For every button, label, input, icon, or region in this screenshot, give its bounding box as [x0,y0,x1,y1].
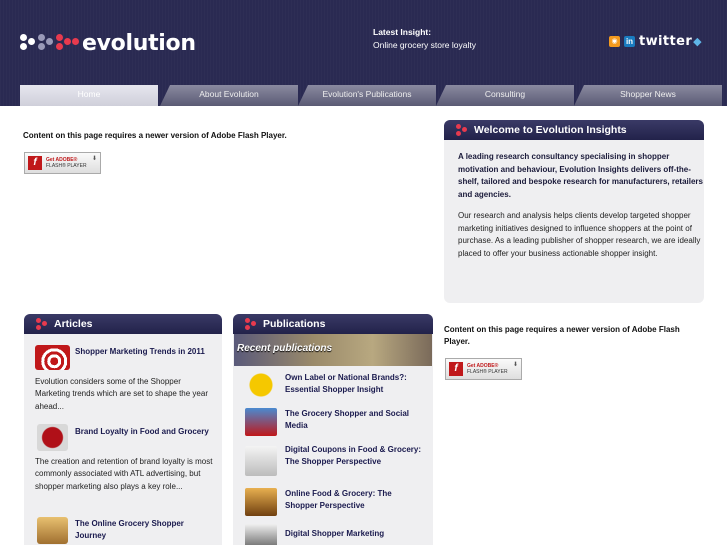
publication-title-link[interactable]: Digital Shopper Marketing [285,528,425,540]
get-flash-player-button[interactable]: f Get ADOBE® FLASH® PLAYER ⬇ [24,152,101,174]
download-arrow-icon: ⬇ [91,156,97,162]
publications-title: Publications [263,318,326,330]
twitter-bird-icon: ◆ [693,36,702,48]
shopper-thumbnail-icon[interactable] [37,517,68,544]
latest-insight-title: Latest Insight: [373,27,432,37]
logo-dots-icon [20,30,82,56]
article-title-link[interactable]: Shopper Marketing Trends in 2011 [75,346,215,358]
social-media-thumbnail-icon[interactable] [245,408,277,436]
target-thumbnail-icon[interactable] [35,345,70,370]
digital-marketing-thumbnail-icon[interactable] [245,524,277,545]
twitter-link[interactable]: twitter ◆ [639,34,702,49]
welcome-lead: A leading research consultancy specialis… [458,152,703,199]
articles-panel-header: Articles [24,314,222,334]
welcome-body: Our research and analysis helps clients … [458,211,701,258]
flash-icon: f [28,156,42,170]
logo[interactable]: evolution [20,30,196,56]
online-shopper-thumbnail-icon[interactable] [245,488,277,516]
flash-badge-product: FLASH® PLAYER [46,163,87,169]
flash-required-message-right: Content on this page requires a newer ve… [444,325,680,346]
publications-panel-header: Publications [233,314,433,334]
lemon-thumbnail-icon[interactable] [245,371,277,399]
main-content: Content on this page requires a newer ve… [0,106,727,545]
publications-panel: Publications Recent publications Own Lab… [233,314,433,545]
latest-insight: Latest Insight: Online grocery store loy… [373,26,476,52]
welcome-title: Welcome to Evolution Insights [474,124,627,136]
rss-icon[interactable]: ◉ [609,36,620,47]
site-header: evolution Latest Insight: Online grocery… [0,0,727,106]
flash-required-message: Content on this page requires a newer ve… [23,131,287,140]
bullet-dots-icon [36,318,50,330]
coupon-thumbnail-icon[interactable] [245,446,277,476]
tab-about-evolution[interactable]: About Evolution [160,85,298,106]
articles-title: Articles [54,318,93,330]
bullet-dots-icon [245,318,259,330]
welcome-panel-header: Welcome to Evolution Insights [444,120,704,140]
article-desc: The creation and retention of brand loya… [35,457,213,491]
articles-panel: Articles Shopper Marketing Trends in 201… [24,314,222,545]
bullet-dots-icon [456,124,470,136]
logo-text: evolution [82,30,196,56]
recent-publications-label: Recent publications [237,343,333,354]
tab-consulting[interactable]: Consulting [436,85,574,106]
recent-publications-banner: Recent publications [234,334,432,366]
get-flash-player-button-right[interactable]: f Get ADOBE® FLASH® PLAYER ⬇ [445,358,522,380]
heart-thumbnail-icon[interactable] [37,424,68,451]
tab-publications[interactable]: Evolution's Publications [298,85,436,106]
welcome-panel: Welcome to Evolution Insights A leading … [444,120,704,303]
download-arrow-icon: ⬇ [512,362,518,368]
flash-icon: f [449,362,463,376]
twitter-label: twitter [639,34,693,49]
article-title-link[interactable]: Brand Loyalty in Food and Grocery [75,426,215,438]
publication-title-link[interactable]: Own Label or National Brands?: Essential… [285,372,425,396]
article-title-link[interactable]: The Online Grocery Shopper Journey [75,518,215,542]
latest-insight-link[interactable]: Online grocery store loyalty [373,39,476,52]
flash-badge-product: FLASH® PLAYER [467,369,508,375]
social-links: ◉ in twitter ◆ [609,34,702,49]
publication-title-link[interactable]: Digital Coupons in Food & Grocery: The S… [285,444,425,468]
linkedin-icon[interactable]: in [624,36,635,47]
publication-title-link[interactable]: Online Food & Grocery: The Shopper Persp… [285,488,425,512]
main-nav: Home About Evolution Evolution's Publica… [20,85,722,106]
article-desc: Evolution considers some of the Shopper … [35,377,208,411]
tab-shopper-news[interactable]: Shopper News [574,85,722,106]
tab-home[interactable]: Home [20,85,158,106]
publication-title-link[interactable]: The Grocery Shopper and Social Media [285,408,425,432]
